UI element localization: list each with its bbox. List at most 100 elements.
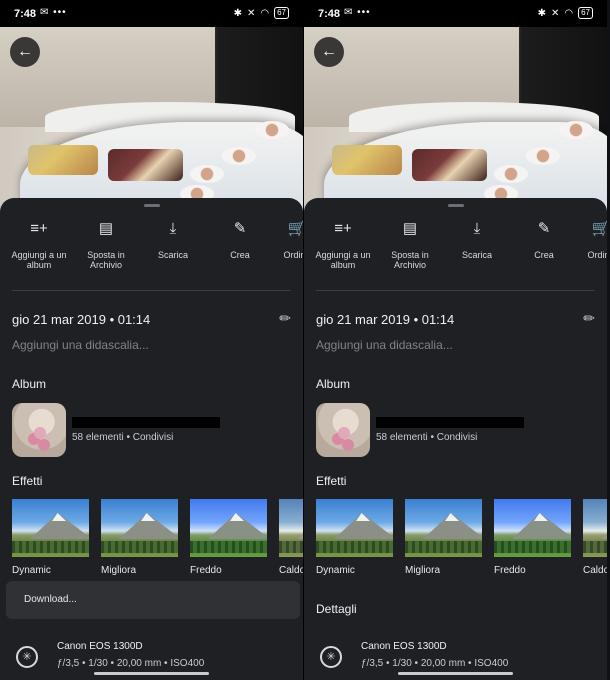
brush-icon: ✎ xyxy=(233,220,247,237)
effect-label: Caldo xyxy=(279,565,303,576)
photo-preview[interactable] xyxy=(304,27,607,213)
action-label: Crea xyxy=(534,250,554,260)
caption-input[interactable]: Aggiungi una didascalia... xyxy=(12,338,149,352)
effect-dynamic[interactable]: Dynamic xyxy=(316,499,393,576)
camera-settings: ƒ/3,5 • 1/30 • 20,00 mm • ISO400 xyxy=(57,658,205,669)
photo-plate xyxy=(255,121,289,139)
playlist-add-icon: ≡+ xyxy=(30,220,48,237)
status-time: 7:48 xyxy=(14,8,37,20)
download-icon: ⤓ xyxy=(473,220,481,237)
mute-icon: ✕ xyxy=(246,7,256,19)
album-name-redacted[interactable] xyxy=(376,417,524,428)
effects-section-title: Effetti xyxy=(316,474,347,488)
balloon-shape xyxy=(38,439,50,451)
photo-plate xyxy=(222,147,256,165)
action-label: Aggiungi a un album xyxy=(11,250,67,270)
playlist-add-icon: ≡+ xyxy=(334,220,352,237)
notification-icons: ✉ ••• xyxy=(344,7,371,18)
battery-icon: 67 xyxy=(274,7,289,19)
mute-icon: ✕ xyxy=(550,7,560,19)
effect-label: Dynamic xyxy=(12,565,51,576)
photo-tray xyxy=(412,149,487,181)
action-label: Scarica xyxy=(157,250,188,260)
gesture-nav-bar[interactable] xyxy=(398,672,513,675)
bluetooth-icon: ✱ xyxy=(537,7,546,19)
effect-freddo[interactable]: Freddo xyxy=(494,499,571,576)
edit-date-button[interactable]: ✏ xyxy=(583,310,595,327)
effect-freddo[interactable]: Freddo xyxy=(190,499,267,576)
effect-label: Freddo xyxy=(494,565,526,576)
screenshot-left: 7:48 ✉ ••• ✱ ✕ ◠ 67 ← ≡+ Aggiungi a un a… xyxy=(0,0,303,680)
album-subtitle: 58 elementi • Condivisi xyxy=(376,432,478,443)
brush-icon: ✎ xyxy=(537,220,551,237)
arrow-back-icon: ← xyxy=(17,43,33,60)
archive-button[interactable]: ▤ Sposta in Archivio xyxy=(75,220,137,270)
sheet-drag-handle[interactable] xyxy=(144,204,160,207)
system-icons: ✱ ✕ ◠ 67 xyxy=(234,7,289,19)
effects-row: Dynamic Migliora Freddo Caldo xyxy=(316,499,607,579)
edit-date-button[interactable]: ✏ xyxy=(279,310,291,327)
photo-tray xyxy=(332,145,402,175)
battery-icon: 67 xyxy=(578,7,593,19)
effect-migliora[interactable]: Migliora xyxy=(405,499,482,576)
pencil-icon: ✏ xyxy=(279,310,291,326)
action-label: Sposta in Archivio xyxy=(391,250,429,270)
balloon-shape xyxy=(342,439,354,451)
archive-button[interactable]: ▤ Sposta in Archivio xyxy=(379,220,441,270)
action-label: Aggiungi a un album xyxy=(315,250,371,270)
album-thumbnail[interactable] xyxy=(316,403,370,457)
create-button[interactable]: ✎ Crea xyxy=(209,220,271,260)
action-label: Sposta in Archivio xyxy=(87,250,125,270)
photo-preview[interactable] xyxy=(0,27,303,213)
photo-date: gio 21 mar 2019 • 01:14 xyxy=(316,312,455,327)
effects-section-title: Effetti xyxy=(12,474,43,488)
status-bar: 7:48 ✉ ••• ✱ ✕ ◠ 67 xyxy=(304,0,607,27)
status-time: 7:48 xyxy=(318,8,341,20)
wifi-icon: ◠ xyxy=(564,7,574,19)
back-button[interactable]: ← xyxy=(314,37,344,67)
action-label: Crea xyxy=(230,250,250,260)
effect-dynamic[interactable]: Dynamic xyxy=(12,499,89,576)
details-section-title: Dettagli xyxy=(316,602,357,616)
album-section-title: Album xyxy=(12,377,47,391)
balloon-shape xyxy=(34,427,46,439)
album-name-redacted[interactable] xyxy=(72,417,220,428)
effect-label: Freddo xyxy=(190,565,222,576)
sheet-drag-handle[interactable] xyxy=(448,204,464,207)
album-thumbnail[interactable] xyxy=(12,403,66,457)
photo-plate xyxy=(494,165,528,183)
effect-preview xyxy=(405,499,482,557)
caption-input[interactable]: Aggiungi una didascalia... xyxy=(316,338,453,352)
download-button[interactable]: ⤓ Scarica xyxy=(446,220,508,260)
effect-label: Migliora xyxy=(405,565,441,576)
album-subtitle: 58 elementi • Condivisi xyxy=(72,432,174,443)
create-button[interactable]: ✎ Crea xyxy=(513,220,575,260)
effect-label: Caldo xyxy=(583,565,607,576)
effect-migliora[interactable]: Migliora xyxy=(101,499,178,576)
photo-plate xyxy=(526,147,560,165)
add-to-album-button[interactable]: ≡+ Aggiungi a un album xyxy=(312,220,374,270)
album-section-title: Album xyxy=(316,377,351,391)
system-icons: ✱ ✕ ◠ 67 xyxy=(538,7,593,19)
cart-icon: 🛒 xyxy=(591,220,607,237)
effect-preview xyxy=(316,499,393,557)
effect-caldo[interactable]: Caldo xyxy=(583,499,607,576)
details-sheet: ≡+ Aggiungi a un album ▤ Sposta in Archi… xyxy=(304,198,607,680)
effect-caldo[interactable]: Caldo xyxy=(279,499,303,576)
action-bar: ≡+ Aggiungi a un album ▤ Sposta in Archi… xyxy=(0,220,303,276)
effect-preview xyxy=(101,499,178,557)
action-label: Ordina xyxy=(587,250,607,260)
action-label: Ordina xyxy=(283,250,303,260)
order-button[interactable]: 🛒 Ordina xyxy=(266,220,303,260)
notification-icons: ✉ ••• xyxy=(40,7,67,18)
effects-row: Dynamic Migliora Freddo Caldo xyxy=(12,499,303,579)
camera-settings: ƒ/3,5 • 1/30 • 20,00 mm • ISO400 xyxy=(361,658,509,669)
effect-preview xyxy=(279,499,303,557)
back-button[interactable]: ← xyxy=(10,37,40,67)
order-button[interactable]: 🛒 Ordina xyxy=(570,220,607,260)
download-button[interactable]: ⤓ Scarica xyxy=(142,220,204,260)
add-to-album-button[interactable]: ≡+ Aggiungi a un album xyxy=(8,220,70,270)
gesture-nav-bar[interactable] xyxy=(94,672,209,675)
action-label: Scarica xyxy=(461,250,492,260)
arrow-back-icon: ← xyxy=(321,43,337,60)
